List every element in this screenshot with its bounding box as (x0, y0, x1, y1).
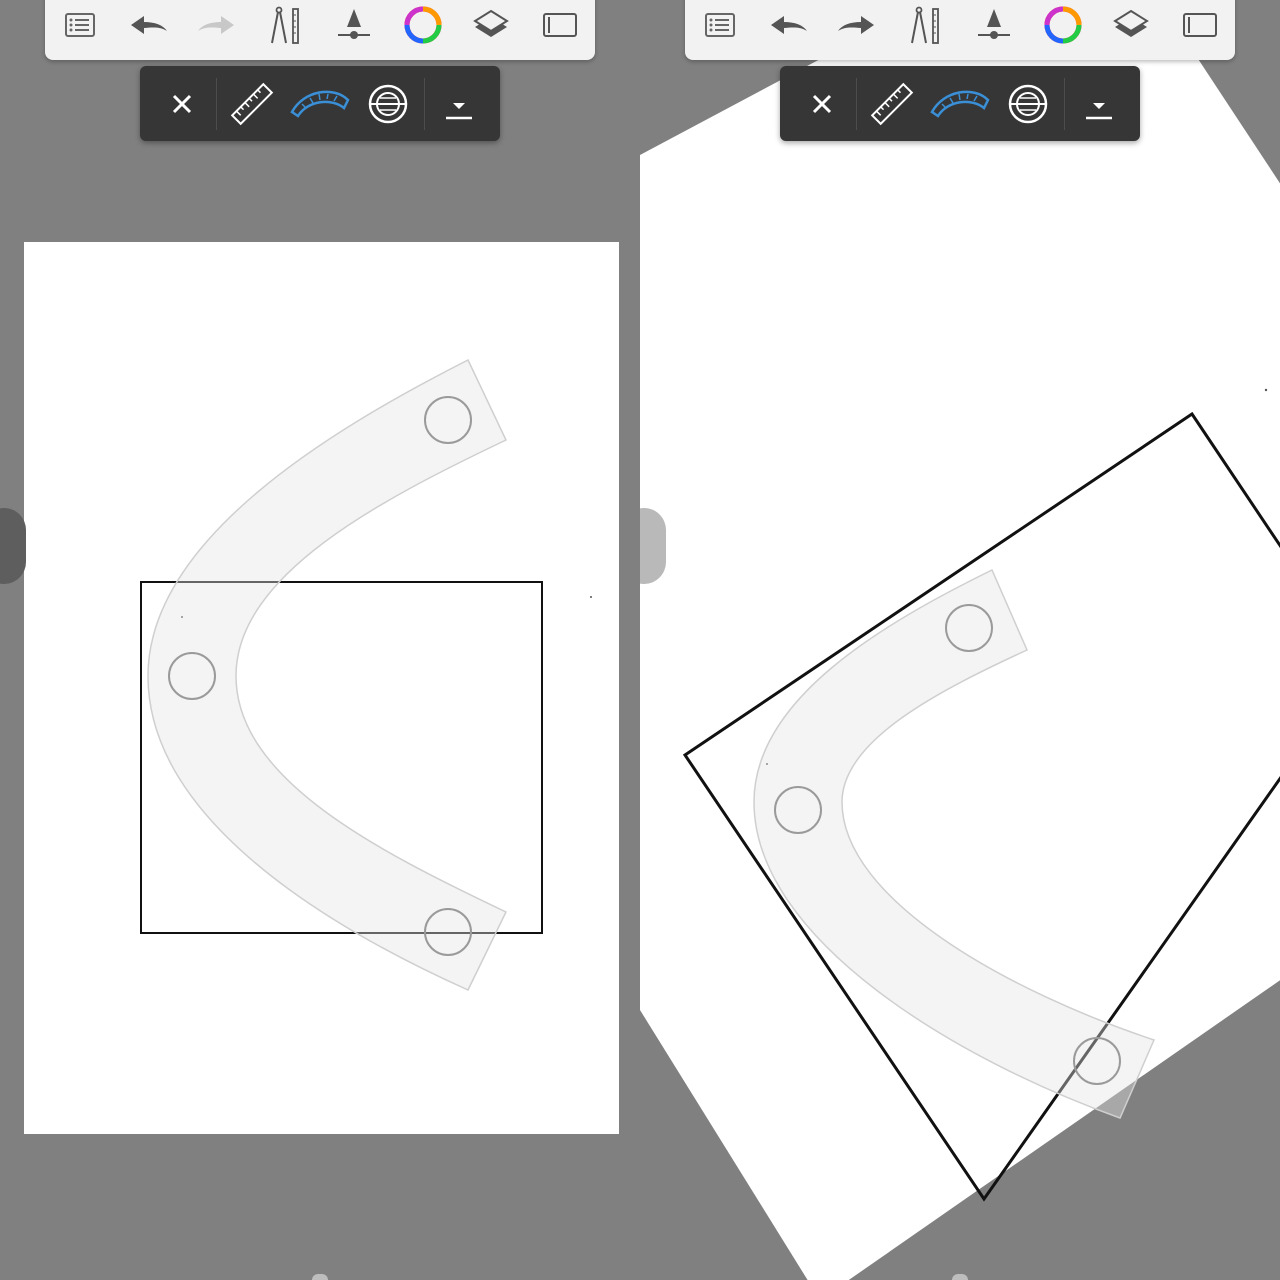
collapse-icon (446, 102, 472, 119)
stray-dot (590, 596, 592, 598)
right-view (640, 0, 1280, 1280)
close-icon (172, 94, 192, 113)
redo-button[interactable] (826, 0, 886, 50)
brush-size-icon (978, 9, 1010, 39)
redo-button[interactable] (186, 0, 246, 50)
layers-button[interactable] (461, 0, 521, 50)
layers-button[interactable] (1101, 0, 1161, 50)
paper-canvas[interactable] (24, 242, 619, 1134)
list-icon (705, 13, 735, 37)
menu-list-button[interactable] (50, 0, 110, 50)
ruler-compass-icon (911, 6, 939, 44)
bottom-indicator (312, 1274, 328, 1280)
straight-ruler-icon (230, 82, 274, 125)
ellipse-guide-icon (1008, 84, 1048, 123)
french-curve-button[interactable] (286, 66, 354, 141)
guides-button[interactable] (895, 0, 955, 50)
french-curve-button[interactable] (926, 66, 994, 141)
undo-icon (771, 16, 807, 34)
canvas-view-button[interactable] (530, 0, 590, 50)
redo-icon (838, 16, 874, 34)
guides-button[interactable] (255, 0, 315, 50)
layers-icon (473, 9, 509, 37)
guide-toolbar (780, 66, 1140, 141)
main-toolbar (685, 0, 1235, 60)
menu-list-button[interactable] (690, 0, 750, 50)
right-canvas-svg (640, 0, 1280, 1280)
undo-button[interactable] (759, 0, 819, 50)
canvas-frame-icon (1183, 13, 1217, 37)
brush-settings-button[interactable] (324, 0, 384, 50)
brush-size-icon (338, 9, 370, 39)
ellipse-guide-icon (368, 84, 408, 123)
french-curve-icon (290, 90, 350, 118)
straight-ruler-button[interactable] (858, 66, 926, 141)
bottom-indicator (952, 1274, 968, 1280)
close-icon (812, 94, 832, 113)
stray-dot (1264, 388, 1268, 392)
brush-settings-button[interactable] (964, 0, 1024, 50)
collapse-guide-bar-button[interactable] (1066, 66, 1132, 141)
ellipse-guide-button[interactable] (994, 66, 1062, 141)
left-view (0, 0, 640, 1280)
ruler-compass-icon (271, 6, 299, 44)
collapse-icon (1086, 102, 1112, 119)
undo-button[interactable] (119, 0, 179, 50)
undo-icon (131, 16, 167, 34)
left-canvas-svg (24, 242, 619, 1134)
right-canvas-area[interactable] (640, 0, 1280, 1280)
side-panel-handle[interactable] (640, 508, 666, 584)
color-button[interactable] (393, 0, 453, 50)
color-wheel-icon (404, 6, 442, 44)
left-canvas-area[interactable] (0, 0, 640, 1280)
list-icon (65, 13, 95, 37)
close-guide-button[interactable] (788, 66, 856, 141)
collapse-guide-bar-button[interactable] (426, 66, 492, 141)
straight-ruler-button[interactable] (218, 66, 286, 141)
canvas-frame-icon (543, 13, 577, 37)
color-button[interactable] (1033, 0, 1093, 50)
color-wheel-icon (1044, 6, 1082, 44)
side-panel-handle[interactable] (0, 508, 26, 584)
main-toolbar (45, 0, 595, 60)
layers-icon (1113, 9, 1149, 37)
guide-toolbar (140, 66, 500, 141)
canvas-view-button[interactable] (1170, 0, 1230, 50)
close-guide-button[interactable] (148, 66, 216, 141)
ellipse-guide-button[interactable] (354, 66, 422, 141)
redo-icon (198, 16, 234, 34)
french-curve-icon (930, 90, 990, 118)
straight-ruler-icon (870, 82, 914, 125)
